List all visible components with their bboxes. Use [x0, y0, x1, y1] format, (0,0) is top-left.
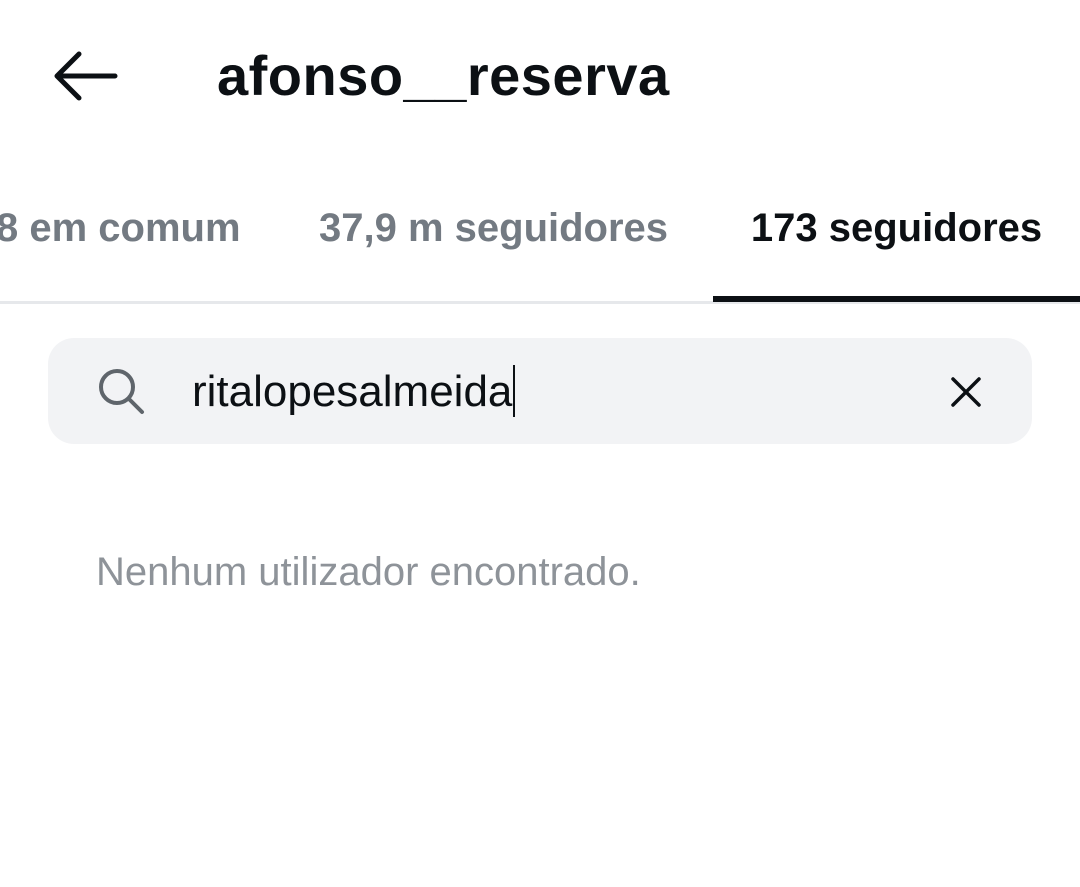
- back-button[interactable]: [40, 40, 128, 112]
- tab-followers[interactable]: 37,9 m seguidores: [319, 180, 668, 301]
- clear-search-button[interactable]: [940, 366, 992, 418]
- top-bar: afonso__reserva: [0, 0, 1080, 150]
- arrow-left-icon: [54, 51, 118, 101]
- search-icon: [99, 369, 144, 414]
- profile-username-title: afonso__reserva: [217, 44, 670, 107]
- tab-following[interactable]: 173 seguidores: [713, 180, 1080, 301]
- search-input-value: ritalopesalmeida: [192, 367, 513, 416]
- followers-tabs: 8 em comum 37,9 m seguidores 173 seguido…: [0, 180, 1080, 304]
- close-icon: [951, 377, 981, 407]
- tab-mutual[interactable]: 8 em comum: [0, 180, 241, 301]
- search-input[interactable]: ritalopesalmeida: [192, 354, 516, 430]
- empty-results-message: Nenhum utilizador encontrado.: [96, 550, 641, 594]
- active-tab-indicator: [713, 296, 1080, 302]
- text-cursor: [513, 365, 516, 418]
